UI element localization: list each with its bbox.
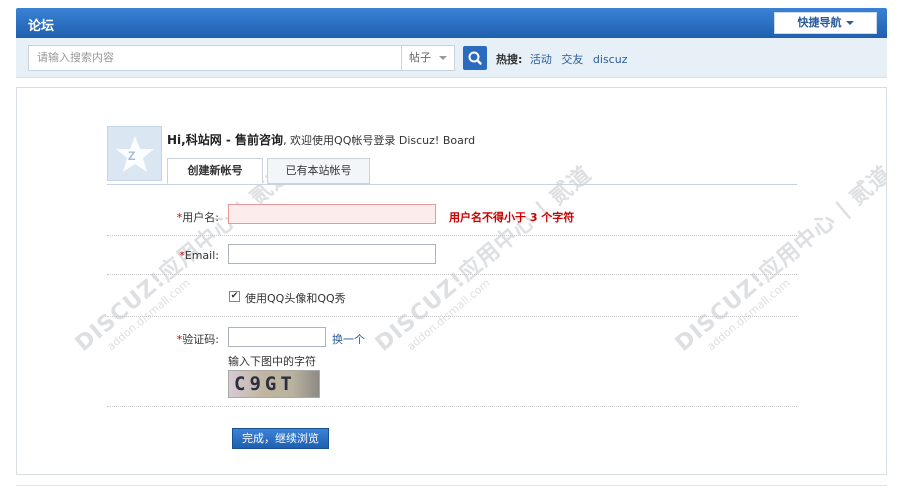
row-divider (107, 316, 797, 317)
row-divider (107, 406, 797, 407)
tab-existing-account[interactable]: 已有本站帐号 (267, 158, 370, 184)
row-divider (107, 274, 797, 275)
email-field[interactable] (228, 244, 436, 264)
qq-star-icon: Z (116, 136, 154, 172)
hot-search-label: 热搜: (496, 53, 523, 66)
hot-link-friends[interactable]: 交友 (561, 53, 583, 66)
search-icon (468, 51, 482, 65)
captcha-field[interactable] (228, 327, 326, 347)
quicknav-button[interactable]: 快捷导航 (774, 12, 877, 34)
search-scope-select[interactable]: 帖子 (401, 45, 455, 71)
greeting-text: Hi,科站网 - 售前咨询, 欢迎使用QQ帐号登录 Discuz! Board (167, 131, 475, 148)
username-label: *用户名: (176, 211, 219, 224)
chevron-down-icon (845, 21, 854, 25)
search-bar: 请输入搜索内容 帖子 热搜: 活动 交友 discuz (16, 38, 887, 78)
row-divider (107, 235, 797, 236)
captcha-image[interactable]: C9GT (228, 370, 320, 398)
site-title[interactable]: 论坛 (28, 15, 54, 34)
qq-logo: Z (107, 126, 162, 181)
page-bottom-divider (16, 485, 887, 486)
watermark: DISCUZ!应用中心 | 贰道 addon.dismall.com (670, 161, 887, 357)
tab-create-account[interactable]: 创建新帐号 (167, 158, 263, 184)
qq-connect-panel: DISCUZ!应用中心 | 贰道 addon.dismall.com DISCUZ… (16, 87, 887, 475)
submit-button[interactable]: 完成，继续浏览 (232, 428, 329, 449)
chevron-down-icon (439, 56, 447, 60)
use-qq-avatar-checkbox[interactable]: ✔ (229, 291, 240, 302)
greeting-prefix: Hi, (167, 133, 186, 147)
hot-link-discuz[interactable]: discuz (593, 53, 628, 66)
quicknav-label: 快捷导航 (797, 16, 842, 29)
greeting-suffix: , 欢迎使用QQ帐号登录 Discuz! Board (283, 134, 476, 147)
username-field[interactable] (228, 204, 436, 224)
use-qq-avatar-label: 使用QQ头像和QQ秀 (245, 292, 346, 305)
captcha-label: *验证码: (176, 333, 219, 346)
email-label: *Email: (179, 249, 219, 262)
top-nav-bar: 论坛 快捷导航 (16, 8, 887, 38)
search-scope-value: 帖子 (409, 51, 431, 64)
svg-text:Z: Z (128, 149, 135, 163)
greeting-site-name: 科站网 - 售前咨询 (185, 133, 284, 147)
hot-search: 热搜: 活动 交友 discuz (496, 51, 633, 67)
search-input[interactable]: 请输入搜索内容 (28, 45, 401, 71)
tabs-divider (107, 184, 797, 185)
hot-link-activity[interactable]: 活动 (530, 53, 552, 66)
search-button[interactable] (463, 46, 487, 70)
username-error: 用户名不得小于 3 个字符 (449, 211, 575, 224)
captcha-refresh-link[interactable]: 换一个 (332, 331, 365, 347)
captcha-hint: 输入下图中的字符 (228, 355, 316, 368)
